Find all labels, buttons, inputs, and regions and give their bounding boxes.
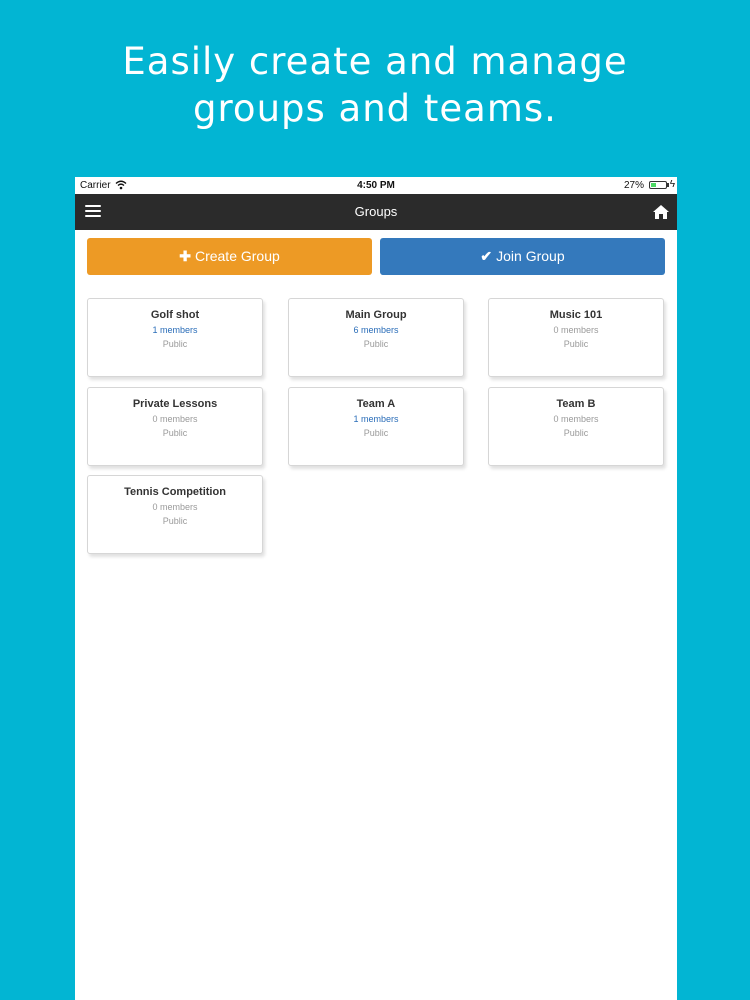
group-card[interactable]: Team A 1 members Public	[288, 387, 464, 466]
nav-bar: Groups	[75, 194, 677, 230]
group-privacy: Public	[162, 516, 188, 526]
status-bar: Carrier 4:50 PM 27% ϟ	[75, 177, 677, 194]
group-name: Private Lessons	[132, 398, 218, 410]
app-screen: Carrier 4:50 PM 27% ϟ Groups ✚ Create Gro…	[75, 177, 677, 1000]
group-privacy: Public	[363, 428, 389, 438]
headline-line-1: Easily create and manage	[122, 40, 628, 83]
group-name: Team A	[356, 398, 396, 410]
group-member-count: 0 members	[152, 414, 198, 424]
battery-cap	[667, 183, 669, 187]
join-group-label: Join Group	[496, 248, 565, 264]
group-privacy: Public	[363, 339, 389, 349]
status-time: 4:50 PM	[357, 180, 395, 191]
group-member-count: 0 members	[553, 414, 599, 424]
group-privacy: Public	[162, 339, 188, 349]
group-card[interactable]: Team B 0 members Public	[488, 387, 664, 466]
battery-icon	[649, 181, 667, 189]
group-member-count: 6 members	[353, 325, 399, 335]
group-privacy: Public	[563, 428, 589, 438]
group-member-count: 1 members	[152, 325, 198, 335]
group-name: Music 101	[549, 309, 603, 321]
group-card[interactable]: Private Lessons 0 members Public	[87, 387, 263, 466]
bolt-icon: ϟ	[669, 179, 675, 190]
group-card[interactable]: Golf shot 1 members Public	[87, 298, 263, 377]
page-title: Groups	[354, 204, 398, 219]
group-member-count: 0 members	[553, 325, 599, 335]
checkmark-icon: ✔	[480, 248, 493, 264]
group-name: Main Group	[345, 309, 407, 321]
group-card[interactable]: Tennis Competition 0 members Public	[87, 475, 263, 554]
group-member-count: 0 members	[152, 502, 198, 512]
group-name: Team B	[556, 398, 596, 410]
group-privacy: Public	[563, 339, 589, 349]
create-group-label: Create Group	[194, 248, 280, 264]
battery-percentage: 27%	[623, 180, 644, 191]
group-name: Tennis Competition	[124, 486, 226, 498]
plus-icon: ✚	[179, 248, 191, 264]
group-card[interactable]: Music 101 0 members Public	[488, 298, 664, 377]
create-group-button[interactable]: ✚ Create Group	[87, 238, 372, 275]
group-card[interactable]: Main Group 6 members Public	[288, 298, 464, 377]
promo-headline: Easily create and manage groups and team…	[0, 38, 750, 132]
group-member-count: 1 members	[353, 414, 399, 424]
join-group-button[interactable]: ✔ Join Group	[380, 238, 665, 275]
group-name: Golf shot	[150, 309, 200, 321]
home-icon[interactable]	[652, 203, 670, 221]
headline-line-2: groups and teams.	[193, 87, 557, 130]
group-privacy: Public	[162, 428, 188, 438]
